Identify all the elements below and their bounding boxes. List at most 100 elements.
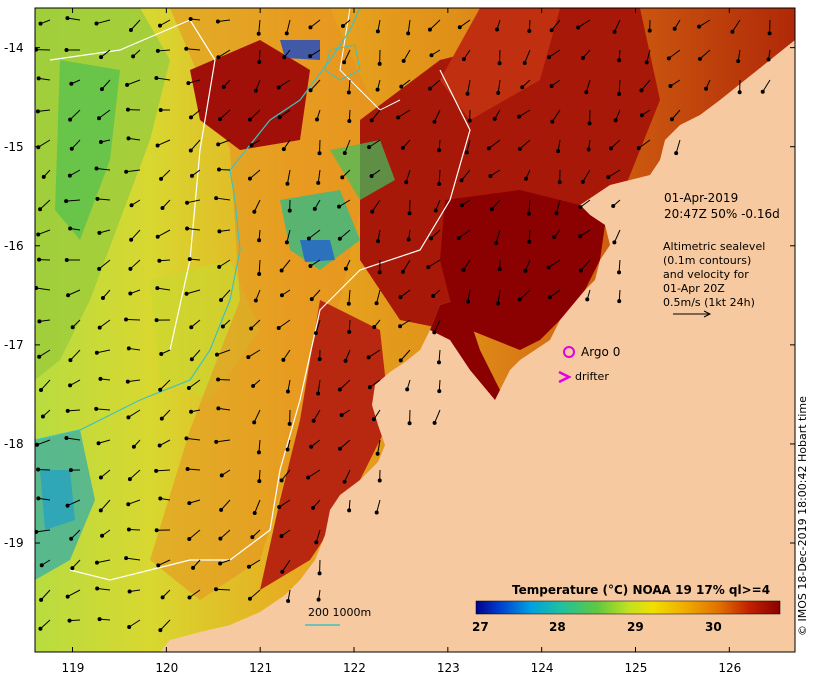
velocity-arrow-head [256, 31, 261, 36]
velocity-arrow-head [578, 234, 583, 239]
velocity-arrow-head [427, 27, 432, 32]
velocity-arrow-head [520, 85, 525, 90]
velocity-arrow-head [306, 475, 311, 480]
velocity-arrow-head [185, 226, 190, 231]
velocity-arrow-head [279, 293, 284, 298]
velocity-arrow-head [37, 257, 42, 262]
velocity-arrow-head [277, 115, 282, 120]
velocity-arrow-head [316, 180, 321, 185]
colorbar-title: Temperature (°C) NOAA 19 17% ql>=4 [512, 583, 771, 597]
velocity-arrow-head [217, 229, 222, 234]
lon-tick-label: 126 [718, 661, 742, 675]
velocity-arrow-head [98, 376, 103, 381]
velocity-arrow-head [129, 237, 134, 242]
velocity-arrow-head [337, 204, 342, 209]
velocity-arrow-head [97, 617, 102, 622]
velocity-arrow-head [489, 207, 494, 212]
velocity-arrow-head [636, 146, 641, 151]
velocity-arrow-head [215, 19, 220, 24]
velocity-arrow-head [253, 298, 258, 303]
velocity-arrow-head [281, 147, 286, 152]
velocity-arrow-head [613, 118, 618, 123]
velocity-arrow-head [639, 88, 644, 93]
cool-water-patch [40, 470, 75, 530]
velocity-arrow-head [184, 436, 189, 441]
velocity-arrow-head [377, 478, 382, 483]
velocity-arrow-head [346, 90, 351, 95]
velocity-arrow-head [432, 119, 437, 124]
velocity-arrow-head [285, 181, 290, 186]
velocity-arrow-head [311, 505, 316, 510]
velocity-arrow-head [308, 54, 313, 59]
lat-tick-label: -17 [4, 337, 24, 352]
velocity-arrow-head [125, 107, 130, 112]
velocity-arrow-head [495, 27, 500, 32]
lon-tick-label: 124 [530, 661, 554, 675]
velocity-arrow-head [217, 167, 222, 172]
velocity-arrow-head [554, 211, 559, 216]
velocity-arrow-head [249, 326, 254, 331]
velocity-arrow-head [611, 204, 616, 209]
velocity-arrow-head [374, 510, 379, 515]
velocity-arrow-head [189, 325, 194, 330]
velocity-arrow-head [187, 595, 192, 600]
velocity-arrow-head [41, 174, 46, 179]
velocity-arrow-head [128, 27, 133, 32]
velocity-arrow-head [158, 628, 163, 633]
velocity-arrow-head [342, 479, 347, 484]
velocity-arrow-head [247, 596, 252, 601]
velocity-arrow-head [214, 352, 219, 357]
velocity-arrow-head [94, 21, 99, 26]
velocity-arrow-head [517, 146, 522, 151]
velocity-arrow-head [496, 301, 501, 306]
velocity-arrow-head [398, 295, 403, 300]
velocity-arrow-head [98, 508, 103, 513]
velocity-arrow-head [279, 268, 284, 273]
velocity-arrow-head [316, 597, 321, 602]
velocity-arrow-head [343, 358, 348, 363]
velocity-arrow-head [523, 268, 528, 273]
velocity-arrow-head [65, 503, 70, 508]
velocity-arrow-head [186, 386, 191, 391]
velocity-arrow-head [70, 566, 75, 571]
velocity-arrow-head [407, 211, 412, 216]
velocity-arrow-head [672, 26, 677, 31]
velocity-arrow-head [155, 286, 160, 291]
velocity-arrow-head [155, 143, 160, 148]
velocity-arrow-head [279, 534, 284, 539]
velocity-arrow-head [405, 387, 410, 392]
velocity-arrow-head [253, 88, 258, 93]
velocity-arrow-head [38, 21, 43, 26]
velocity-arrow-head [549, 28, 554, 33]
velocity-arrow-head [65, 16, 70, 21]
velocity-arrow-head [257, 479, 262, 484]
velocity-arrow-head [186, 81, 191, 86]
velocity-arrow-head [159, 416, 164, 421]
velocity-arrow-head [287, 421, 292, 426]
velocity-arrow-head [218, 117, 223, 122]
velocity-arrow-head [370, 209, 375, 214]
velocity-arrow-head [285, 447, 290, 452]
velocity-arrow-head [216, 55, 221, 60]
velocity-arrow-head [36, 232, 41, 237]
velocity-arrow-head [96, 116, 101, 121]
velocity-arrow-head [160, 595, 165, 600]
velocity-arrow [216, 588, 231, 591]
velocity-arrow-head [155, 48, 160, 53]
velocity-arrow-head [131, 54, 136, 59]
velocity-arrow-head [317, 357, 322, 362]
velocity-arrow-head [431, 293, 436, 298]
sst-map [34, 7, 796, 653]
velocity-arrow-head [131, 444, 136, 449]
velocity-arrow-head [426, 265, 431, 270]
velocity-arrow-head [279, 478, 284, 483]
velocity-arrow-head [68, 468, 73, 473]
velocity-arrow-head [674, 151, 679, 156]
velocity-arrow-head [282, 55, 287, 60]
velocity-arrow-head [38, 626, 43, 631]
velocity-arrow-head [95, 586, 100, 591]
time-label: 20:47Z 50% -0.16d [664, 207, 780, 221]
colorbar [475, 600, 781, 615]
velocity-arrow-head [220, 324, 225, 329]
velocity-arrow-head [285, 389, 290, 394]
